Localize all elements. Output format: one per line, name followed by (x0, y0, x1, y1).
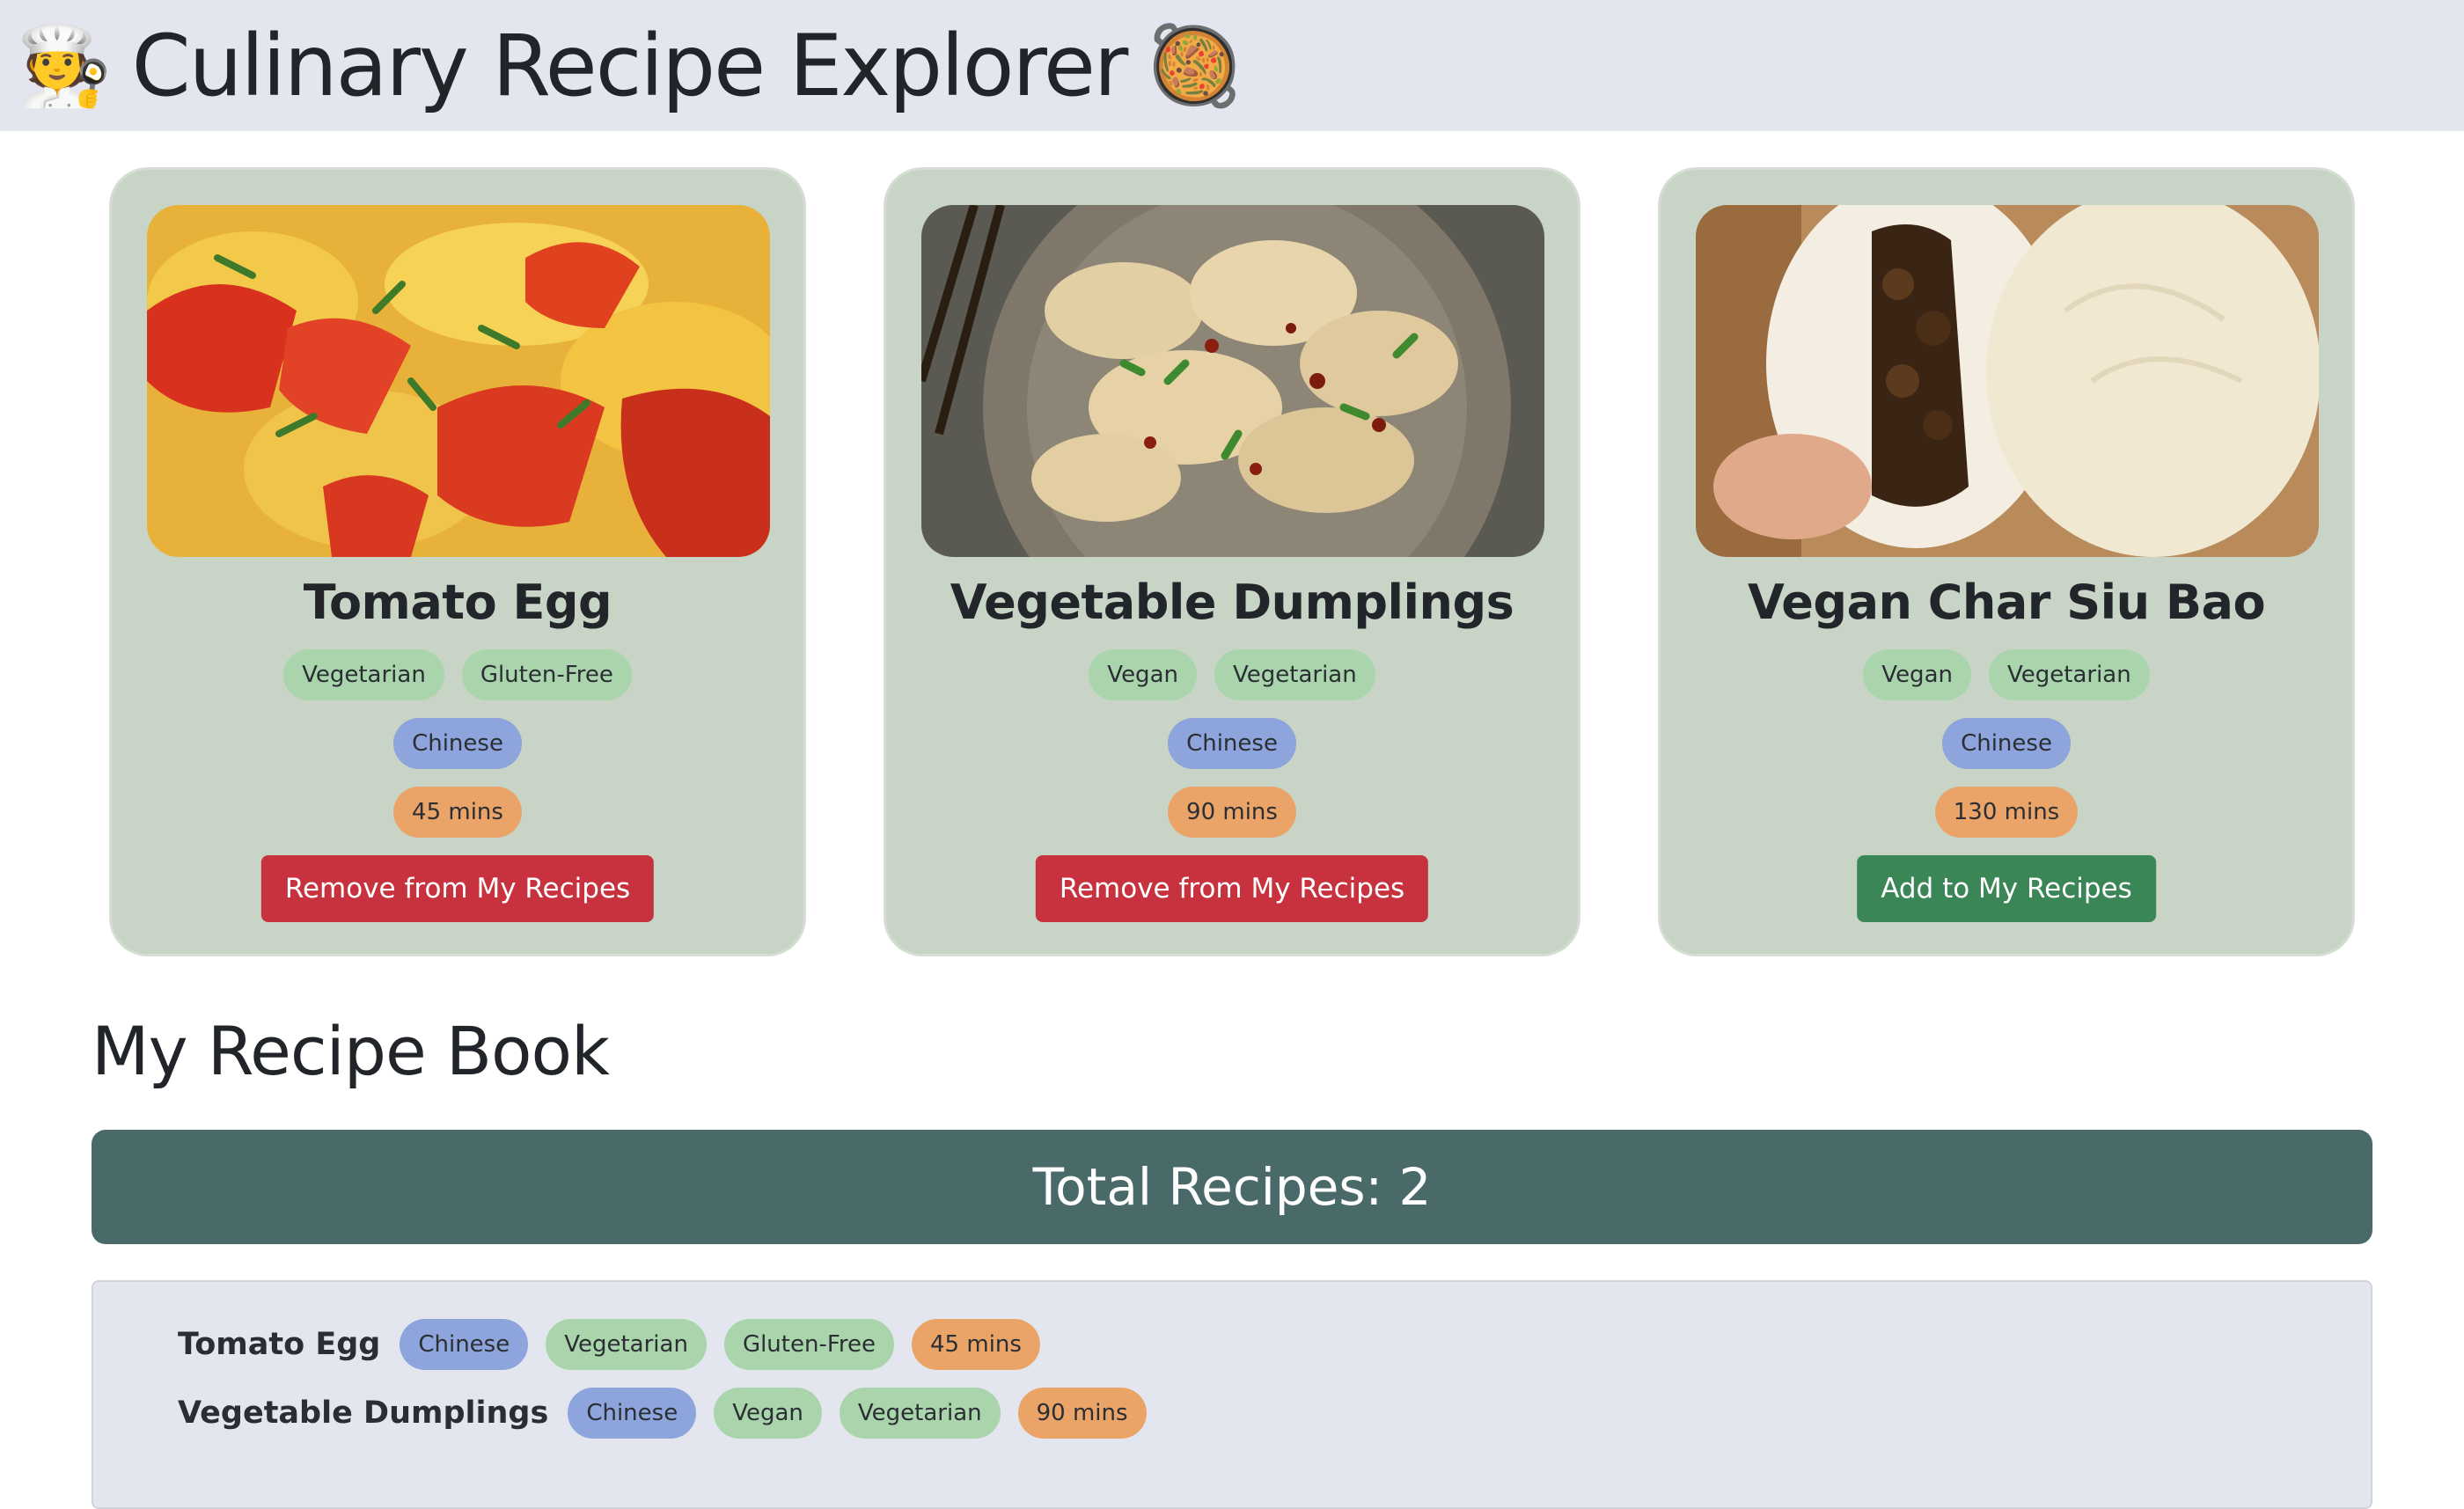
cuisine-tag: Chinese (400, 1319, 529, 1370)
char-siu-bao-photo (1696, 205, 2319, 557)
app-header: 🧑‍🍳 Culinary Recipe Explorer 🥘 (0, 0, 2464, 131)
cuisine-tag: Chinese (1942, 718, 2071, 769)
diet-tag: Vegetarian (1988, 649, 2150, 700)
paella-pan-icon: 🥘 (1146, 21, 1243, 109)
diet-tag: Gluten-Free (723, 1319, 895, 1370)
vegetable-dumplings-photo (921, 205, 1544, 557)
cuisine-tags: Chinese (112, 718, 803, 769)
time-tag: 90 mins (1017, 1388, 1147, 1439)
recipe-title: Vegan Char Siu Bao (1747, 575, 2266, 630)
time-tag: 45 mins (393, 787, 522, 838)
recipe-card: Vegan Char Siu Bao Vegan Vegetarian Chin… (1658, 167, 2355, 956)
recipe-book-list: Tomato Egg Chinese Vegetarian Gluten-Fre… (92, 1280, 2372, 1509)
chef-icon: 🧑‍🍳 (16, 21, 113, 109)
time-tags: 90 mins (886, 787, 1578, 838)
diet-tag: Vegan (1863, 649, 1971, 700)
recipe-title: Vegetable Dumplings (950, 575, 1514, 630)
diet-tag: Vegan (714, 1388, 822, 1439)
diet-tags: Vegetarian Gluten-Free (112, 649, 803, 700)
list-item: Tomato Egg Chinese Vegetarian Gluten-Fre… (178, 1319, 1040, 1370)
time-tags: 130 mins (1661, 787, 2352, 838)
add-to-my-recipes-button[interactable]: Add to My Recipes (1857, 855, 2156, 922)
diet-tag: Gluten-Free (461, 649, 632, 700)
time-tag: 130 mins (1934, 787, 2079, 838)
diet-tag: Vegetarian (283, 649, 444, 700)
list-item-name: Tomato Egg (178, 1327, 381, 1362)
recipe-title: Tomato Egg (303, 575, 612, 630)
diet-tag: Vegetarian (839, 1388, 1001, 1439)
cuisine-tags: Chinese (1661, 718, 2352, 769)
diet-tag: Vegan (1089, 649, 1197, 700)
diet-tag: Vegetarian (1214, 649, 1375, 700)
remove-from-my-recipes-button[interactable]: Remove from My Recipes (260, 855, 655, 922)
recipe-book-heading: My Recipe Book (92, 1012, 610, 1090)
total-recipes-count: Total Recipes: 2 (1032, 1157, 1432, 1217)
recipe-card: Tomato Egg Vegetarian Gluten-Free Chines… (109, 167, 806, 956)
cuisine-tags: Chinese (886, 718, 1578, 769)
list-item: Vegetable Dumplings Chinese Vegan Vegeta… (178, 1388, 1147, 1439)
time-tag: 45 mins (912, 1319, 1040, 1370)
cuisine-tag: Chinese (568, 1388, 697, 1439)
diet-tags: Vegan Vegetarian (1661, 649, 2352, 700)
diet-tags: Vegan Vegetarian (886, 649, 1578, 700)
cuisine-tag: Chinese (393, 718, 522, 769)
time-tags: 45 mins (112, 787, 803, 838)
diet-tag: Vegetarian (546, 1319, 707, 1370)
tomato-egg-photo (147, 205, 770, 557)
total-recipes-bar: Total Recipes: 2 (92, 1130, 2372, 1244)
list-item-name: Vegetable Dumplings (178, 1395, 549, 1431)
recipe-card: Vegetable Dumplings Vegan Vegetarian Chi… (884, 167, 1580, 956)
cuisine-tag: Chinese (1168, 718, 1296, 769)
remove-from-my-recipes-button[interactable]: Remove from My Recipes (1035, 855, 1429, 922)
page-title: Culinary Recipe Explorer (131, 16, 1129, 115)
time-tag: 90 mins (1168, 787, 1296, 838)
